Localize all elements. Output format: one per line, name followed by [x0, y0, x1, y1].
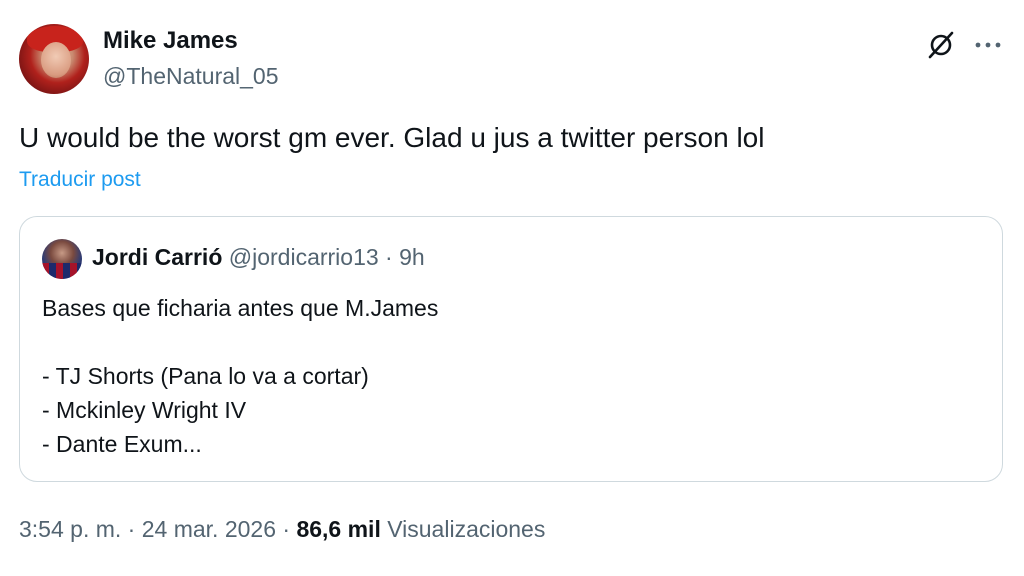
views-count: 86,6 mil	[296, 516, 381, 542]
tweet-metadata: 3:54 p. m. · 24 mar. 2026 · 86,6 mil Vis…	[19, 516, 545, 543]
quoted-text-line: Bases que ficharia antes que M.James	[42, 295, 439, 321]
grok-icon[interactable]	[926, 30, 956, 60]
translate-post-link[interactable]: Traducir post	[19, 168, 141, 192]
avatar-jersey	[42, 263, 82, 279]
quoted-separator: ·	[378, 244, 400, 270]
views-label: Visualizaciones	[387, 516, 546, 542]
quoted-author-handle[interactable]: @jordicarrio13	[229, 244, 379, 270]
meta-separator: ·	[276, 516, 297, 542]
tweet-time[interactable]: 3:54 p. m.	[19, 516, 121, 542]
quoted-tweet-header: Jordi Carrió @jordicarrio13 · 9h	[92, 244, 425, 271]
meta-separator: ·	[121, 516, 142, 542]
quoted-author-name[interactable]: Jordi Carrió	[92, 244, 222, 270]
quoted-tweet-card[interactable]: Jordi Carrió @jordicarrio13 · 9h Bases q…	[19, 216, 1003, 482]
quoted-text-line: - Dante Exum...	[42, 431, 202, 457]
quoted-tweet-time[interactable]: 9h	[399, 244, 425, 270]
quoted-text-line: - TJ Shorts (Pana lo va a cortar)	[42, 363, 369, 389]
tweet: Mike James @TheNatural_05 U would be the…	[0, 0, 1024, 576]
more-options-icon[interactable]	[970, 30, 1006, 60]
quoted-text-line	[42, 325, 438, 359]
quoted-text-line: - Mckinley Wright IV	[42, 397, 247, 423]
tweet-date[interactable]: 24 mar. 2026	[142, 516, 276, 542]
avatar-face	[41, 42, 71, 78]
author-display-name[interactable]: Mike James	[103, 27, 238, 55]
quoted-author-avatar[interactable]	[42, 239, 82, 279]
tweet-text: U would be the worst gm ever. Glad u jus…	[19, 122, 765, 153]
quoted-tweet-text: Bases que ficharia antes que M.James - T…	[42, 291, 438, 461]
author-handle[interactable]: @TheNatural_05	[103, 63, 279, 90]
author-avatar[interactable]	[19, 24, 89, 94]
